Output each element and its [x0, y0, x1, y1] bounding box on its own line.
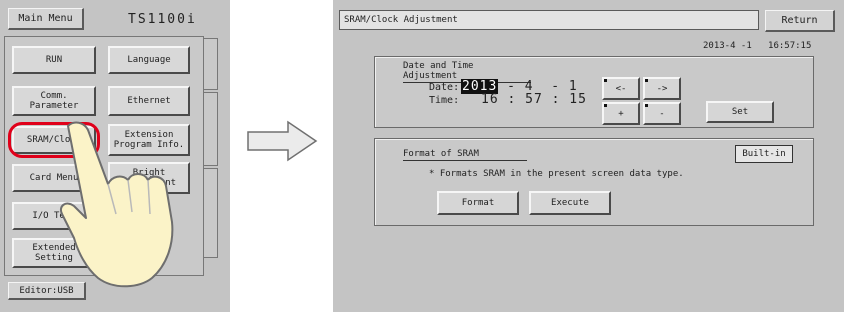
pointing-hand-icon: [60, 121, 174, 288]
decrement-button[interactable]: -: [643, 102, 681, 125]
ethernet-button[interactable]: Ethernet: [108, 86, 190, 116]
cursor-left-label: <-: [615, 83, 627, 94]
increment-button[interactable]: +: [602, 102, 640, 125]
cursor-left-button[interactable]: <-: [602, 77, 640, 100]
time-value[interactable]: 16 : 57 : 15: [481, 92, 587, 107]
screen-title: SRAM/Clock Adjustment: [339, 10, 759, 30]
menu-tab-1[interactable]: [204, 38, 218, 90]
format-button[interactable]: Format: [437, 191, 519, 215]
increment-label: +: [618, 108, 624, 119]
sram-group-title: Format of SRAM: [403, 149, 527, 161]
cursor-right-label: ->: [656, 83, 668, 94]
menu-tab-2[interactable]: [204, 92, 218, 166]
return-button[interactable]: Return: [765, 10, 835, 32]
time-label: Time:: [429, 95, 460, 106]
right-arrow-icon: [247, 120, 318, 162]
date-label: Date:: [429, 82, 460, 93]
comm-parameter-button[interactable]: Comm. Parameter: [12, 86, 96, 116]
sram-format-description: * Formats SRAM in the present screen dat…: [429, 169, 684, 179]
main-menu-screen: Main Menu TS1100i RUN Language Comm. Par…: [0, 0, 230, 312]
execute-button[interactable]: Execute: [529, 191, 611, 215]
builtin-indicator: Built-in: [735, 145, 793, 163]
language-button[interactable]: Language: [108, 46, 190, 74]
set-button[interactable]: Set: [706, 101, 774, 123]
cursor-right-button[interactable]: ->: [643, 77, 681, 100]
menu-tab-3[interactable]: [204, 168, 218, 258]
model-name: TS1100i: [128, 12, 197, 27]
sram-format-group: Format of SRAM Built-in * Formats SRAM i…: [374, 138, 814, 226]
sram-clock-screen: SRAM/Clock Adjustment Return 2013-4 -1 1…: [333, 0, 844, 312]
current-datetime: 2013-4 -1 16:57:15: [703, 41, 812, 51]
run-button[interactable]: RUN: [12, 46, 96, 74]
date-time-group: Date and Time Adjustment Date: 2013 - 4 …: [374, 56, 814, 128]
decrement-label: -: [659, 108, 665, 119]
main-menu-button[interactable]: Main Menu: [8, 8, 84, 30]
